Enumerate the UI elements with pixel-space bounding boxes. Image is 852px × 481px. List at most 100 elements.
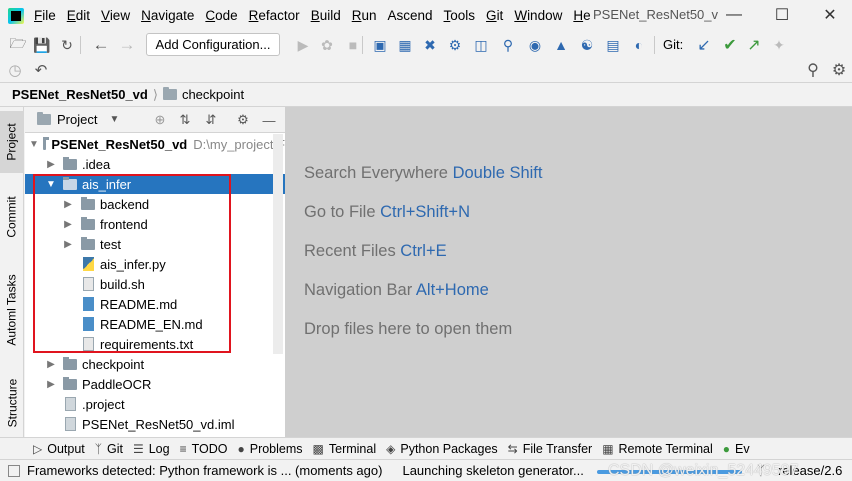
history-icon[interactable]: ◷ [5, 60, 25, 80]
menu-tools[interactable]: Tools [444, 8, 476, 23]
menu-build[interactable]: Build [311, 8, 341, 23]
background-task-label[interactable]: Launching skeleton generator... [402, 463, 583, 478]
collapsed-arrow-icon[interactable]: ▶ [45, 359, 57, 370]
tab-todo[interactable]: ≡ TODO [180, 442, 228, 456]
tree-item-frontend[interactable]: ▶ frontend [25, 214, 285, 234]
tree-item-idea[interactable]: ▶ .idea [25, 154, 285, 174]
tree-item-checkpoint[interactable]: ▶ checkpoint [25, 354, 285, 374]
tree-item-readme-en-md[interactable]: README_EN.md [25, 314, 285, 334]
close-icon[interactable]: ✕ [818, 4, 842, 26]
expand-all-icon[interactable]: ⇅ [176, 111, 194, 129]
main-toolbar: 🗁 💾 ↻ ← → Add Configuration... ▶ ✿ ■ ▣ ▦… [0, 31, 852, 59]
ascend-project-icon[interactable]: ▣ [369, 34, 391, 56]
tool-tab-project[interactable]: Project [0, 111, 24, 173]
debug-icon[interactable]: ✿ [316, 34, 338, 56]
list-icon: ≡ [179, 441, 187, 456]
menu-help[interactable]: He [573, 8, 590, 23]
collapsed-arrow-icon[interactable]: ▶ [62, 199, 74, 210]
rollback-icon[interactable]: ↶ [31, 60, 51, 80]
git-commit-icon[interactable]: ✔ [719, 34, 741, 56]
ascend-monitor-icon[interactable]: ▤ [602, 34, 624, 56]
menu-edit[interactable]: Edit [67, 8, 90, 23]
menu-git[interactable]: Git [486, 8, 503, 23]
maximize-icon[interactable]: ☐ [770, 4, 794, 26]
secondary-toolbar: ◷ ↶ ⚲ ⚙ [0, 58, 852, 82]
minimize-icon[interactable]: — [722, 4, 746, 26]
tab-output[interactable]: ▷ Output [33, 442, 85, 456]
menu-file[interactable]: File [34, 8, 56, 23]
collapse-all-icon[interactable]: ⇵ [202, 111, 220, 129]
ascend-zoom-icon[interactable]: ⚲ [497, 34, 519, 56]
ascend-deploy-icon[interactable]: ▲ [550, 34, 572, 56]
tree-item-readme-md[interactable]: README.md [25, 294, 285, 314]
hide-panel-icon[interactable]: — [260, 111, 278, 129]
menu-navigate[interactable]: Navigate [141, 8, 194, 23]
tree-item-ais-infer-py[interactable]: ais_infer.py [25, 254, 285, 274]
project-view-selector[interactable]: Project [57, 112, 97, 127]
toggle-tool-windows-icon[interactable] [8, 464, 20, 477]
add-configuration-button[interactable]: Add Configuration... [146, 33, 280, 56]
breadcrumb-folder[interactable]: checkpoint [182, 87, 244, 102]
ascend-search-icon[interactable]: ◉ [524, 34, 546, 56]
menu-code[interactable]: Code [205, 8, 237, 23]
menu-view[interactable]: View [101, 8, 130, 23]
back-arrow-icon[interactable]: ← [90, 34, 112, 56]
tab-event-log[interactable]: ● Ev [723, 442, 750, 456]
panel-settings-icon[interactable]: ⚙ [234, 111, 252, 129]
breadcrumb-project[interactable]: PSENet_ResNet50_vd [12, 87, 148, 102]
stop-icon[interactable]: ■ [342, 34, 364, 56]
expanded-arrow-icon[interactable]: ▼ [45, 179, 57, 190]
tool-tab-commit[interactable]: Commit [0, 187, 24, 247]
settings-gear-icon[interactable]: ⚙ [828, 59, 850, 81]
ascend-model-icon[interactable]: ⚙ [444, 34, 466, 56]
status-message[interactable]: Frameworks detected: Python framework is… [27, 463, 382, 478]
collapsed-arrow-icon[interactable]: ▶ [62, 219, 74, 230]
toolbar-divider [362, 36, 363, 54]
run-icon[interactable]: ▶ [292, 34, 314, 56]
git-merge-icon[interactable]: ✦ [768, 34, 790, 56]
tab-terminal[interactable]: ▩ Terminal [313, 442, 377, 456]
tree-item-paddleocr[interactable]: ▶ PaddleOCR [25, 374, 285, 394]
locate-icon[interactable]: ⊕ [151, 111, 169, 129]
menu-refactor[interactable]: Refactor [249, 8, 300, 23]
tree-root[interactable]: ▼ PSENet_ResNet50_vd D:\my_project\F [25, 134, 285, 154]
collapsed-arrow-icon[interactable]: ▶ [45, 159, 57, 170]
menu-run[interactable]: Run [352, 8, 377, 23]
git-push-icon[interactable]: ↗ [743, 34, 765, 56]
status-bar: Frameworks detected: Python framework is… [0, 459, 852, 481]
tree-item-requirements-txt[interactable]: requirements.txt [25, 334, 285, 354]
tab-file-transfer[interactable]: ⇆ File Transfer [508, 442, 593, 456]
tab-git[interactable]: ᛉ Git [95, 442, 123, 456]
tab-remote-terminal[interactable]: ▦ Remote Terminal [602, 442, 713, 456]
tree-item-build-sh[interactable]: build.sh [25, 274, 285, 294]
tab-log[interactable]: ☰ Log [133, 442, 170, 456]
menu-window[interactable]: Window [514, 8, 562, 23]
chevron-down-icon[interactable]: ▼ [109, 114, 119, 125]
collapsed-arrow-icon[interactable]: ▶ [45, 379, 57, 390]
tree-item-project-file[interactable]: .project [25, 394, 285, 414]
collapsed-arrow-icon[interactable]: ▶ [62, 239, 74, 250]
git-update-icon[interactable]: ↙ [693, 34, 715, 56]
sync-icon[interactable]: ↻ [56, 34, 78, 56]
expanded-arrow-icon[interactable]: ▼ [29, 139, 39, 150]
tool-tab-structure[interactable]: Structure [0, 373, 24, 433]
search-icon[interactable]: ⚲ [802, 59, 824, 81]
ascend-theme-icon[interactable]: ◐ [628, 34, 650, 56]
tree-item-test[interactable]: ▶ test [25, 234, 285, 254]
save-icon[interactable]: 💾 [31, 34, 53, 56]
tree-item-ais-infer[interactable]: ▼ ais_infer [25, 174, 285, 194]
shell-file-icon [83, 277, 94, 291]
ascend-convert-icon[interactable]: ◫ [470, 34, 492, 56]
ascend-profile-icon[interactable]: ☯ [576, 34, 598, 56]
tree-scrollbar[interactable] [273, 134, 283, 354]
forward-arrow-icon[interactable]: → [116, 34, 138, 56]
ascend-build-icon[interactable]: ▦ [394, 34, 416, 56]
tree-item-iml[interactable]: PSENet_ResNet50_vd.iml [25, 414, 285, 434]
tab-problems[interactable]: ● Problems [237, 442, 302, 456]
tool-tab-automl-tasks[interactable]: Automl Tasks [0, 265, 24, 355]
open-folder-icon[interactable]: 🗁 [7, 34, 29, 56]
ascend-cross-icon[interactable]: ✖ [419, 34, 441, 56]
tab-python-packages[interactable]: ◈ Python Packages [386, 442, 498, 456]
menu-ascend[interactable]: Ascend [388, 8, 433, 23]
tree-item-backend[interactable]: ▶ backend [25, 194, 285, 214]
